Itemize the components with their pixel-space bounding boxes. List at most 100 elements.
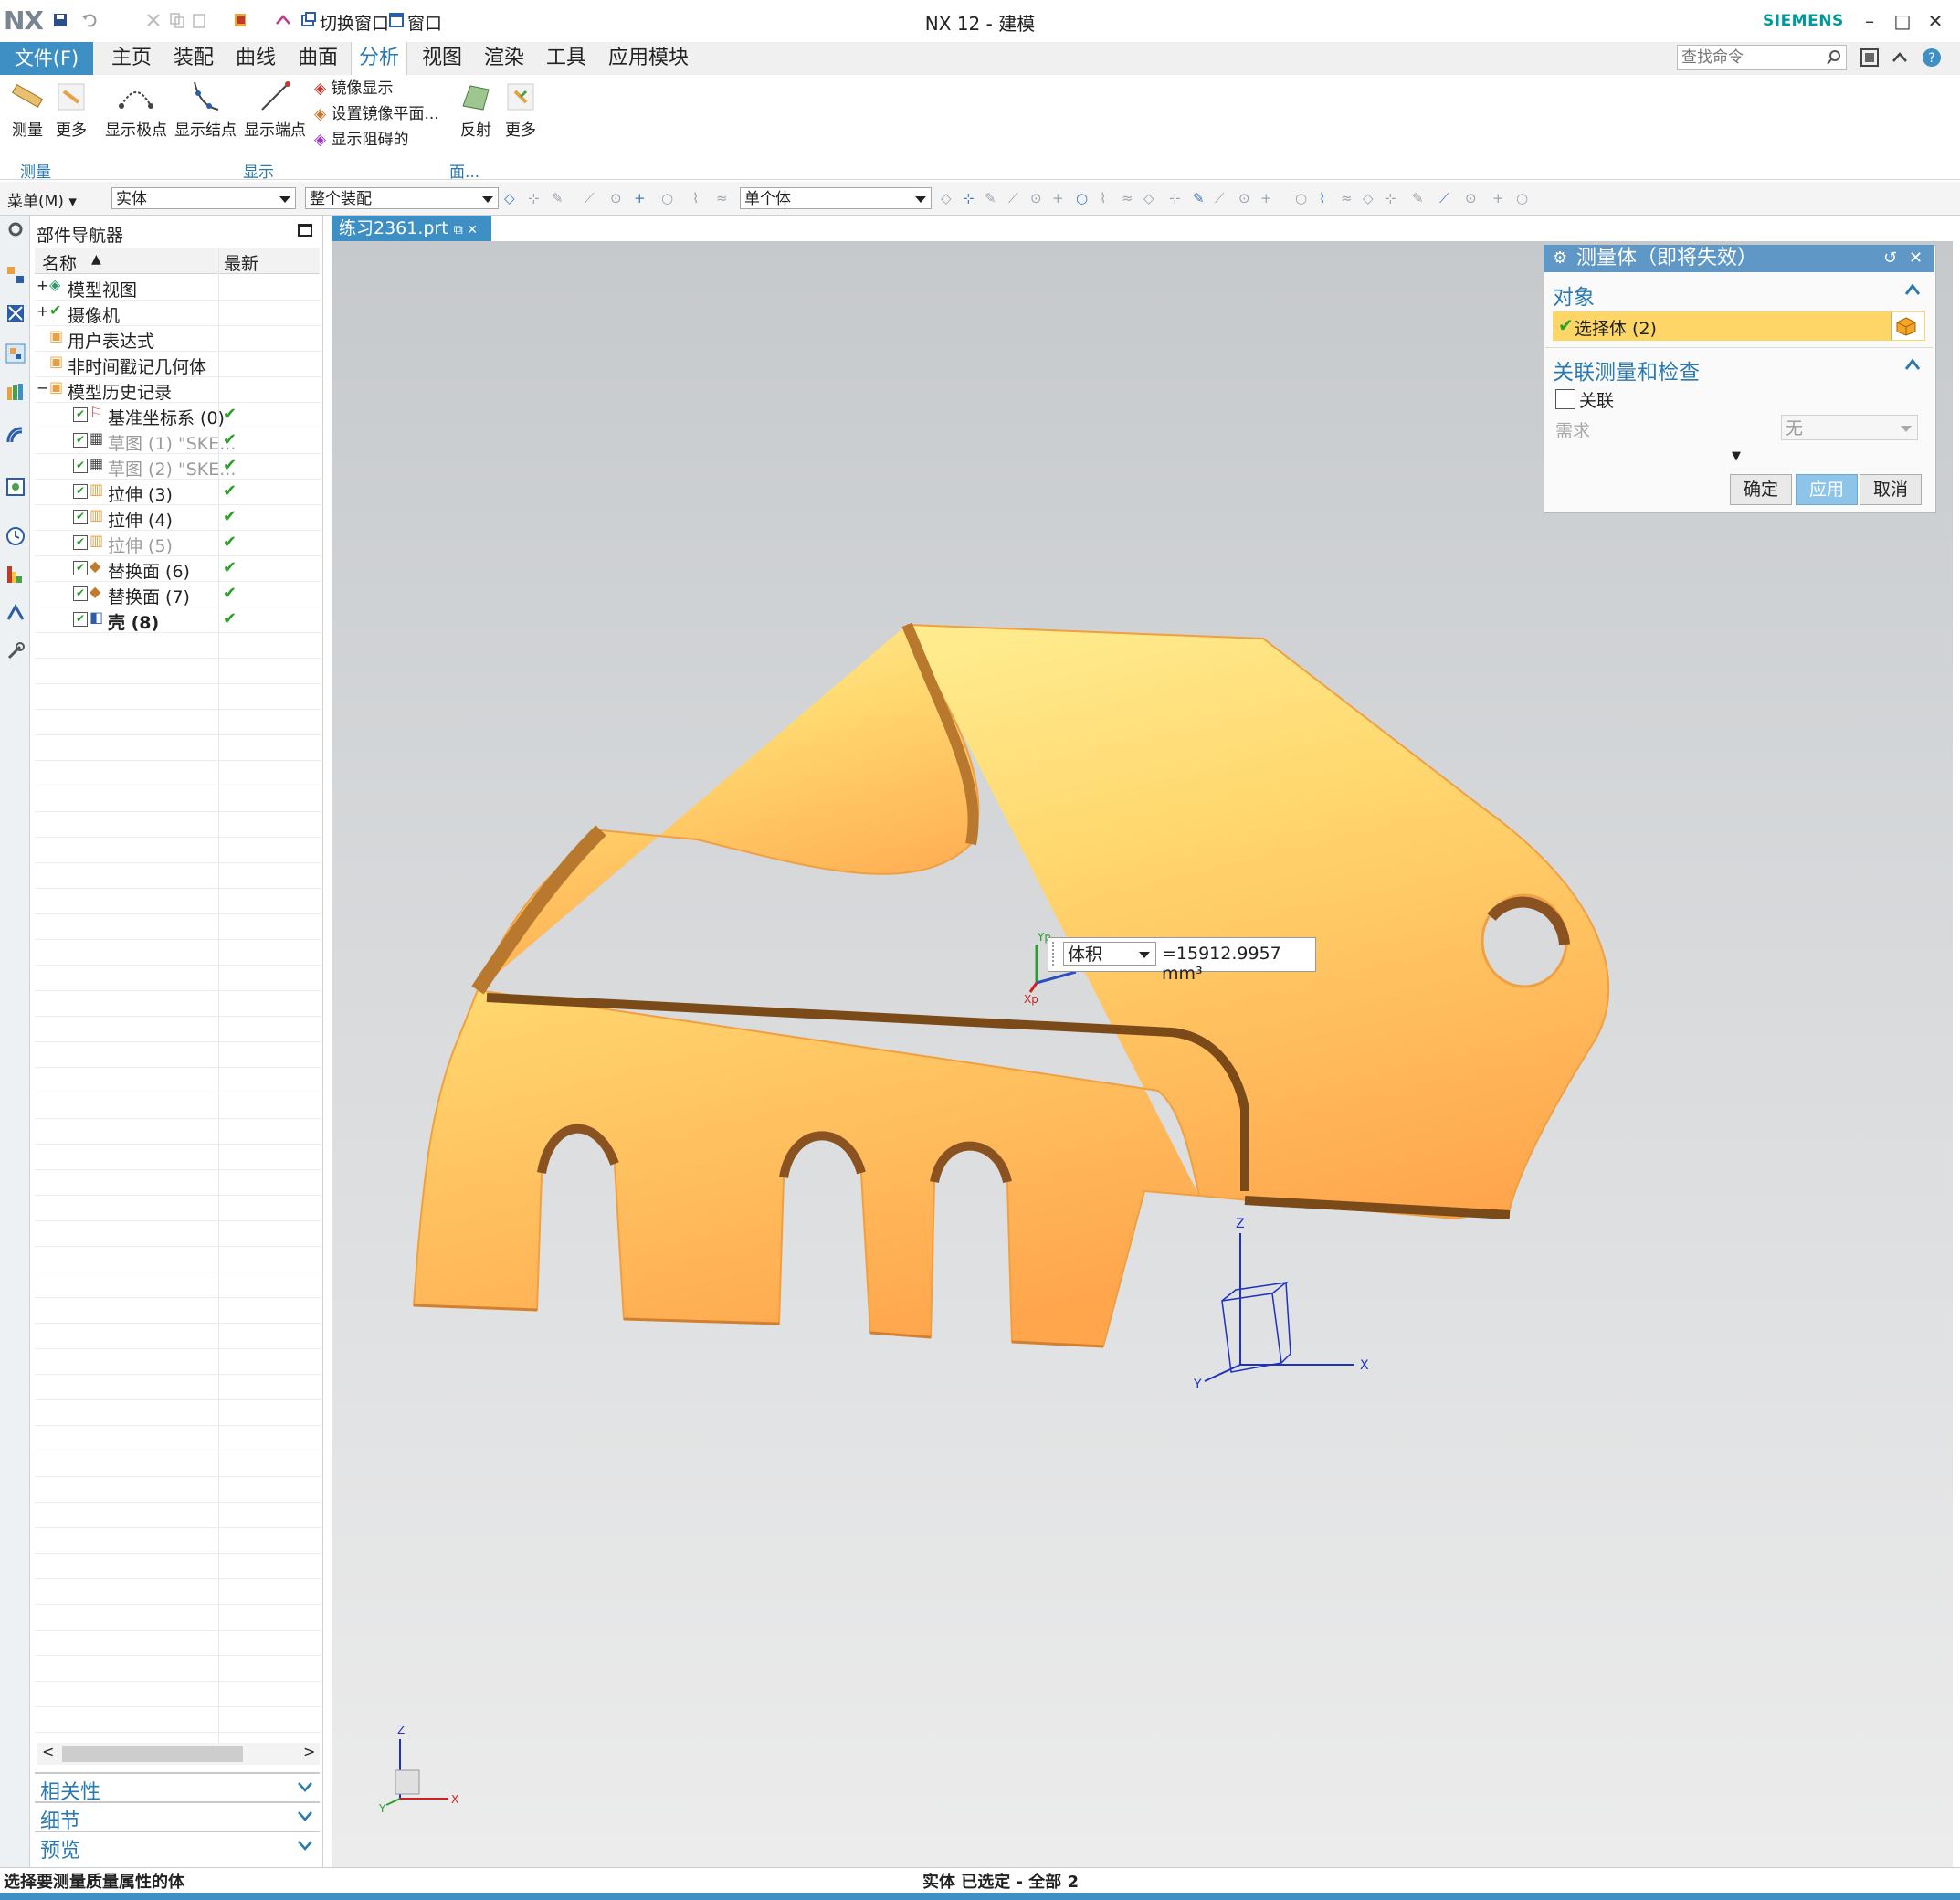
minimize-button[interactable]: – [1854,7,1885,35]
toolbar-tool-icon[interactable]: + [1260,190,1277,206]
toolbar-tool-icon[interactable]: ✎ [985,190,1001,206]
associative-checkbox[interactable] [1555,389,1575,409]
body-rule-select[interactable]: 单个体 [740,187,932,209]
tree-item[interactable]: ✔ ▥ 拉伸 (5) ✔ [35,531,321,556]
web-browser-icon[interactable] [5,426,26,446]
tab-view[interactable]: 视图 [415,42,469,75]
feature-visibility-checkbox[interactable]: ✔ [73,510,88,524]
reset-icon[interactable]: ↺ [1883,245,1897,272]
visualization-icon[interactable] [5,565,26,585]
column-latest-header[interactable]: 最新 [224,250,258,275]
feature-visibility-checkbox[interactable]: ✔ [73,586,88,601]
view-triad[interactable]: Z X Y [378,1724,458,1815]
toolbar-tool-icon[interactable]: ⟋ [1008,190,1025,206]
toolbar-tool-icon[interactable]: ✎ [1412,190,1428,206]
selection-scope-select[interactable]: 整个装配 [305,187,499,209]
toolbar-tool-icon[interactable]: ≈ [1341,190,1357,206]
toolbar-tool-icon[interactable]: ⊙ [610,190,627,206]
panel-details[interactable]: 细节 [35,1801,320,1833]
dialog-titlebar[interactable]: ⚙ 测量体（即将失效） ↺ ✕ [1544,245,1934,272]
tree-item[interactable]: ✔ ▦ 草图 (1) "SKE... ✔ [35,428,321,454]
drag-handle[interactable] [1052,942,1059,966]
tab-application[interactable]: 应用模块 [601,42,696,75]
show-endpoints-button[interactable]: 显示端点 [241,79,309,140]
toolbar-tool-icon[interactable]: ◇ [1363,190,1379,206]
tree-item[interactable]: + ✔ 摄像机 [35,301,321,326]
history-icon[interactable] [5,477,26,497]
feature-visibility-checkbox[interactable]: ✔ [73,407,88,422]
scroll-left-icon[interactable]: < [42,1743,54,1760]
toolbar-tool-icon[interactable]: ⊹ [1169,190,1185,206]
part-model[interactable] [412,622,1610,1348]
set-mirror-plane-button[interactable]: ◈ 设置镜像平面... [314,102,439,126]
tab-assembly[interactable]: 装配 [166,42,221,75]
toolbar-tool-icon[interactable]: ⊙ [1030,190,1047,206]
tree-item[interactable]: ▣ 用户表达式 [35,326,321,352]
toolbar-tool-icon[interactable]: ○ [1076,190,1092,206]
measure-type-select[interactable]: 体积 [1063,942,1156,966]
toolbar-tool-icon[interactable]: ⟋ [1439,190,1456,206]
collapse-ribbon-icon[interactable] [1891,49,1909,66]
collapse-icon[interactable]: − [37,379,48,396]
toolbar-tool-icon[interactable]: ○ [661,190,678,206]
tab-render[interactable]: 渲染 [477,42,532,75]
gear-icon[interactable]: ⚙ [1553,245,1567,272]
tab-home[interactable]: 主页 [104,42,159,75]
toolbar-tool-icon[interactable]: ⌇ [1319,190,1335,206]
toolbar-tool-icon[interactable]: ✎ [552,190,568,206]
toolbar-tool-icon[interactable]: ⊹ [963,190,979,206]
toolbar-tool-icon[interactable]: ⊙ [1465,190,1481,206]
tree-item[interactable]: + ◈ 模型视图 [35,275,321,301]
maximize-button[interactable]: □ [1887,7,1918,35]
file-menu-tab[interactable]: 文件(F) [0,42,93,75]
datum-csys[interactable]: Z X Y [1193,1217,1369,1392]
command-search-input[interactable] [1678,46,1820,69]
toolbar-tool-icon[interactable]: ⟋ [585,190,601,206]
tree-item[interactable]: ✔ ◆ 替换面 (6) ✔ [35,556,321,582]
maximize-panel-icon[interactable] [298,224,312,237]
toolbar-tool-icon[interactable]: + [1492,190,1509,206]
feature-visibility-checkbox[interactable]: ✔ [73,459,88,473]
select-body-row[interactable]: ✔ 选择体 (2) [1553,311,1925,341]
measure-button[interactable]: 测量 [5,79,49,140]
feature-visibility-checkbox[interactable]: ✔ [73,535,88,550]
more-display-button[interactable]: 更多 [501,79,541,140]
toolbar-tool-icon[interactable]: ○ [1295,190,1312,206]
feature-visibility-checkbox[interactable]: ✔ [73,433,88,448]
toolbar-tool-icon[interactable]: ⌇ [692,190,709,206]
sort-ascending-icon[interactable]: ▲ [91,252,101,267]
tab-analysis[interactable]: 分析 [351,42,408,75]
scroll-right-icon[interactable]: > [303,1743,315,1760]
tree-item[interactable]: ✔ ⚐ 基准坐标系 (0) ✔ [35,403,321,428]
feature-visibility-checkbox[interactable]: ✔ [73,612,88,627]
section-object-header[interactable]: 对象 [1553,280,1595,311]
toolbar-tool-icon[interactable]: + [634,190,650,206]
part-navigator-icon[interactable] [5,343,26,364]
chevron-up-icon[interactable] [1903,281,1922,300]
toolbar-tool-icon[interactable]: ≈ [716,190,732,206]
toolbar-tool-icon[interactable]: ⊙ [1238,190,1255,206]
section-assoc-header[interactable]: 关联测量和检查 [1553,354,1700,385]
toolbar-tool-icon[interactable]: ○ [1516,190,1533,206]
toolbar-tool-icon[interactable]: ◇ [941,190,957,206]
close-icon[interactable]: ✕ [1909,245,1923,272]
reflect-button[interactable]: 反射 [453,79,499,140]
expand-icon[interactable]: + [37,277,48,294]
ok-button[interactable]: 确定 [1730,474,1792,505]
mirror-display-button[interactable]: ◈ 镜像显示 [314,77,393,100]
tab-tools[interactable]: 工具 [539,42,594,75]
toolbar-tool-icon[interactable]: ≈ [1122,190,1138,206]
constraint-navigator-icon[interactable] [5,303,26,323]
measurement-callout[interactable]: 体积 =15912.9957 mm³ [1048,937,1316,984]
tree-item[interactable]: ✔ ▦ 草图 (2) "SKE... ✔ [35,454,321,480]
more-measure-button[interactable]: 更多 [51,79,91,140]
toolbar-tool-icon[interactable]: ⊹ [1385,190,1401,206]
toolbar-tool-icon[interactable]: ◇ [1143,190,1160,206]
show-knots-button[interactable]: 显示结点 [172,79,239,140]
assembly-navigator-icon[interactable] [5,265,26,285]
clock-icon[interactable] [5,526,26,546]
toolbar-tool-icon[interactable]: ⊹ [528,190,544,206]
command-search[interactable] [1677,45,1847,70]
expand-dialog-toggle[interactable]: ▼ [1545,449,1933,466]
tree-item[interactable]: ✔ ◧ 壳 (8) ✔ [35,607,321,633]
